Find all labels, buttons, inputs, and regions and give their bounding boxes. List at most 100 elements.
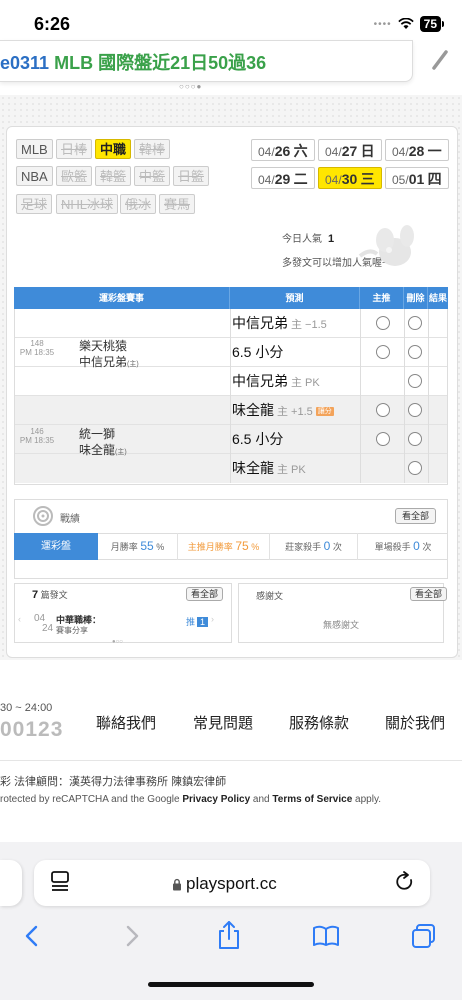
game-teams: 統一獅 味全龍(主) (79, 427, 127, 457)
main-radio[interactable] (376, 316, 390, 330)
user-id: e0311 (0, 53, 50, 73)
thanks-view-all-button[interactable]: 看全部 (410, 587, 448, 601)
previous-tab-card[interactable] (0, 860, 22, 906)
record-view-all-button[interactable]: 看全部 (395, 508, 437, 524)
delete-radio[interactable] (408, 374, 422, 388)
league-japan-basketball: 日籃 (173, 166, 210, 186)
league-soccer: 足球 (16, 194, 53, 214)
forward-icon (126, 925, 139, 947)
back-icon[interactable] (22, 924, 42, 948)
league-china-basketball: 中籃 (134, 166, 171, 186)
recaptcha-text: rotected by reCAPTCHA and the Google Pri… (0, 794, 381, 805)
main-radio[interactable] (376, 403, 390, 417)
posts-view-all-button[interactable]: 看全部 (186, 587, 224, 601)
col-prediction: 預測 (230, 287, 360, 309)
prediction-text: 中信兄弟主 PK (232, 373, 320, 389)
post-date: 04 24 (34, 613, 54, 634)
league-nhl: NHL冰球 (56, 194, 119, 214)
chevron-right-icon[interactable]: › (211, 614, 214, 624)
main-radio[interactable] (376, 432, 390, 446)
url-text[interactable]: playsport.cc (186, 874, 277, 894)
delete-radio[interactable] (408, 345, 422, 359)
wifi-icon (397, 18, 414, 29)
service-phone: 00123 (0, 718, 64, 741)
date-0430[interactable]: 04/30 三 (318, 167, 382, 189)
status-time: 6:26 (34, 14, 71, 34)
tabs-icon[interactable] (410, 922, 438, 950)
league-horse-racing: 賽馬 (159, 194, 196, 214)
delete-radio[interactable] (408, 316, 422, 330)
date-0426[interactable]: 04/26 六 (251, 139, 315, 161)
lock-icon (173, 878, 181, 891)
league-nba[interactable]: NBA (16, 166, 53, 186)
divider (404, 309, 405, 483)
mascot-icon (358, 225, 414, 266)
col-result: 結果 (428, 293, 447, 303)
game-number: 148 PM 18:35 (19, 339, 55, 357)
date-0428[interactable]: 04/28 一 (385, 139, 449, 161)
date-0429[interactable]: 04/29 二 (251, 167, 315, 189)
dealer-killer: 莊家殺手 0 次 (270, 533, 358, 560)
league-cpbl[interactable]: 中職 (95, 139, 132, 159)
terms-of-service-link[interactable]: Terms of Service (272, 794, 352, 805)
posts-pager-dots: ●○○ (112, 639, 123, 645)
push-count: 推1 (186, 615, 209, 628)
league-euro-basketball: 歐籃 (56, 166, 93, 186)
footer-divider (0, 760, 462, 761)
divider (360, 309, 361, 483)
post-subtitle: 賽事分享 (56, 626, 88, 635)
chevron-left-icon[interactable]: ‹ (18, 614, 21, 624)
divider (428, 309, 429, 483)
league-mlb[interactable]: MLB (16, 139, 53, 159)
delete-radio[interactable] (408, 432, 422, 446)
table-row: 中信兄弟主 −1.5 (15, 309, 447, 338)
prediction-table: 中信兄弟主 −1.5 6.5 小分 中信兄弟主 PK 148 PM 18:35 樂… (14, 309, 448, 485)
reload-icon[interactable] (394, 870, 416, 894)
record-title: 戰績 (60, 514, 80, 525)
page-menu-icon[interactable] (50, 870, 70, 892)
battery-icon (442, 21, 444, 27)
date-0501[interactable]: 05/01 四 (385, 167, 449, 189)
col-event: 運彩盤賽事 (14, 287, 230, 309)
footer-link-contact[interactable]: 聯絡我們 (96, 712, 156, 733)
service-hours: 30 ~ 24:00 (0, 702, 53, 714)
single-killer: 單場殺手 0 次 (374, 539, 432, 553)
delete-radio[interactable] (408, 403, 422, 417)
footer-link-faq[interactable]: 常見問題 (193, 712, 253, 733)
date-0427[interactable]: 04/27 日 (318, 139, 382, 161)
bookmarks-icon[interactable] (312, 924, 340, 948)
pencil-icon[interactable] (426, 44, 456, 74)
battery-level: 75 (419, 16, 441, 32)
share-icon[interactable] (216, 920, 242, 950)
prediction-text: 味全龍主 +1.5 讓分 (232, 402, 334, 418)
home-indicator (148, 982, 314, 987)
thanks-title: 感謝文 (256, 591, 284, 601)
target-icon (33, 506, 53, 526)
title-text: MLB 國際盤近21日50過36 (54, 53, 267, 73)
pager-dots: ○○○● (179, 82, 203, 91)
prediction-text: 6.5 小分 (232, 431, 284, 447)
tab-lottery[interactable]: 運彩盤 (14, 533, 98, 560)
posts-count: 7 篇發文 (32, 589, 68, 601)
divider (230, 309, 231, 483)
footer-link-about[interactable]: 關於我們 (385, 712, 445, 733)
delete-radio[interactable] (408, 461, 422, 475)
col-main: 主推 (360, 287, 404, 309)
legal-text: 彩 法律顧問：漢英得力法律事務所 陳鎮宏律師 (0, 776, 227, 788)
page-title: e0311 MLB 國際盤近21日50過36 (0, 49, 266, 75)
col-delete: 刪除 (404, 287, 428, 309)
main-monthly-win-rate: 主推月勝率 75 % (178, 533, 270, 560)
table-row: 味全龍主 +1.5 讓分 (15, 396, 447, 425)
league-npb: 日棒 (56, 139, 93, 159)
league-korea-basketball: 韓籃 (95, 166, 132, 186)
prediction-text: 味全龍主 PK (232, 460, 306, 476)
league-khl: 俄冰 (120, 194, 157, 214)
popularity: 今日人氣 1 (282, 233, 335, 245)
no-thanks-text: 無感謝文 (323, 620, 360, 630)
main-radio[interactable] (376, 345, 390, 359)
prediction-text: 6.5 小分 (232, 344, 284, 360)
footer-link-terms[interactable]: 服務條款 (289, 712, 349, 733)
privacy-policy-link[interactable]: Privacy Policy (182, 794, 250, 805)
game-number: 146 PM 18:35 (19, 427, 55, 445)
prediction-table-header: 運彩盤賽事 預測 主推 刪除 結果 (14, 287, 448, 309)
